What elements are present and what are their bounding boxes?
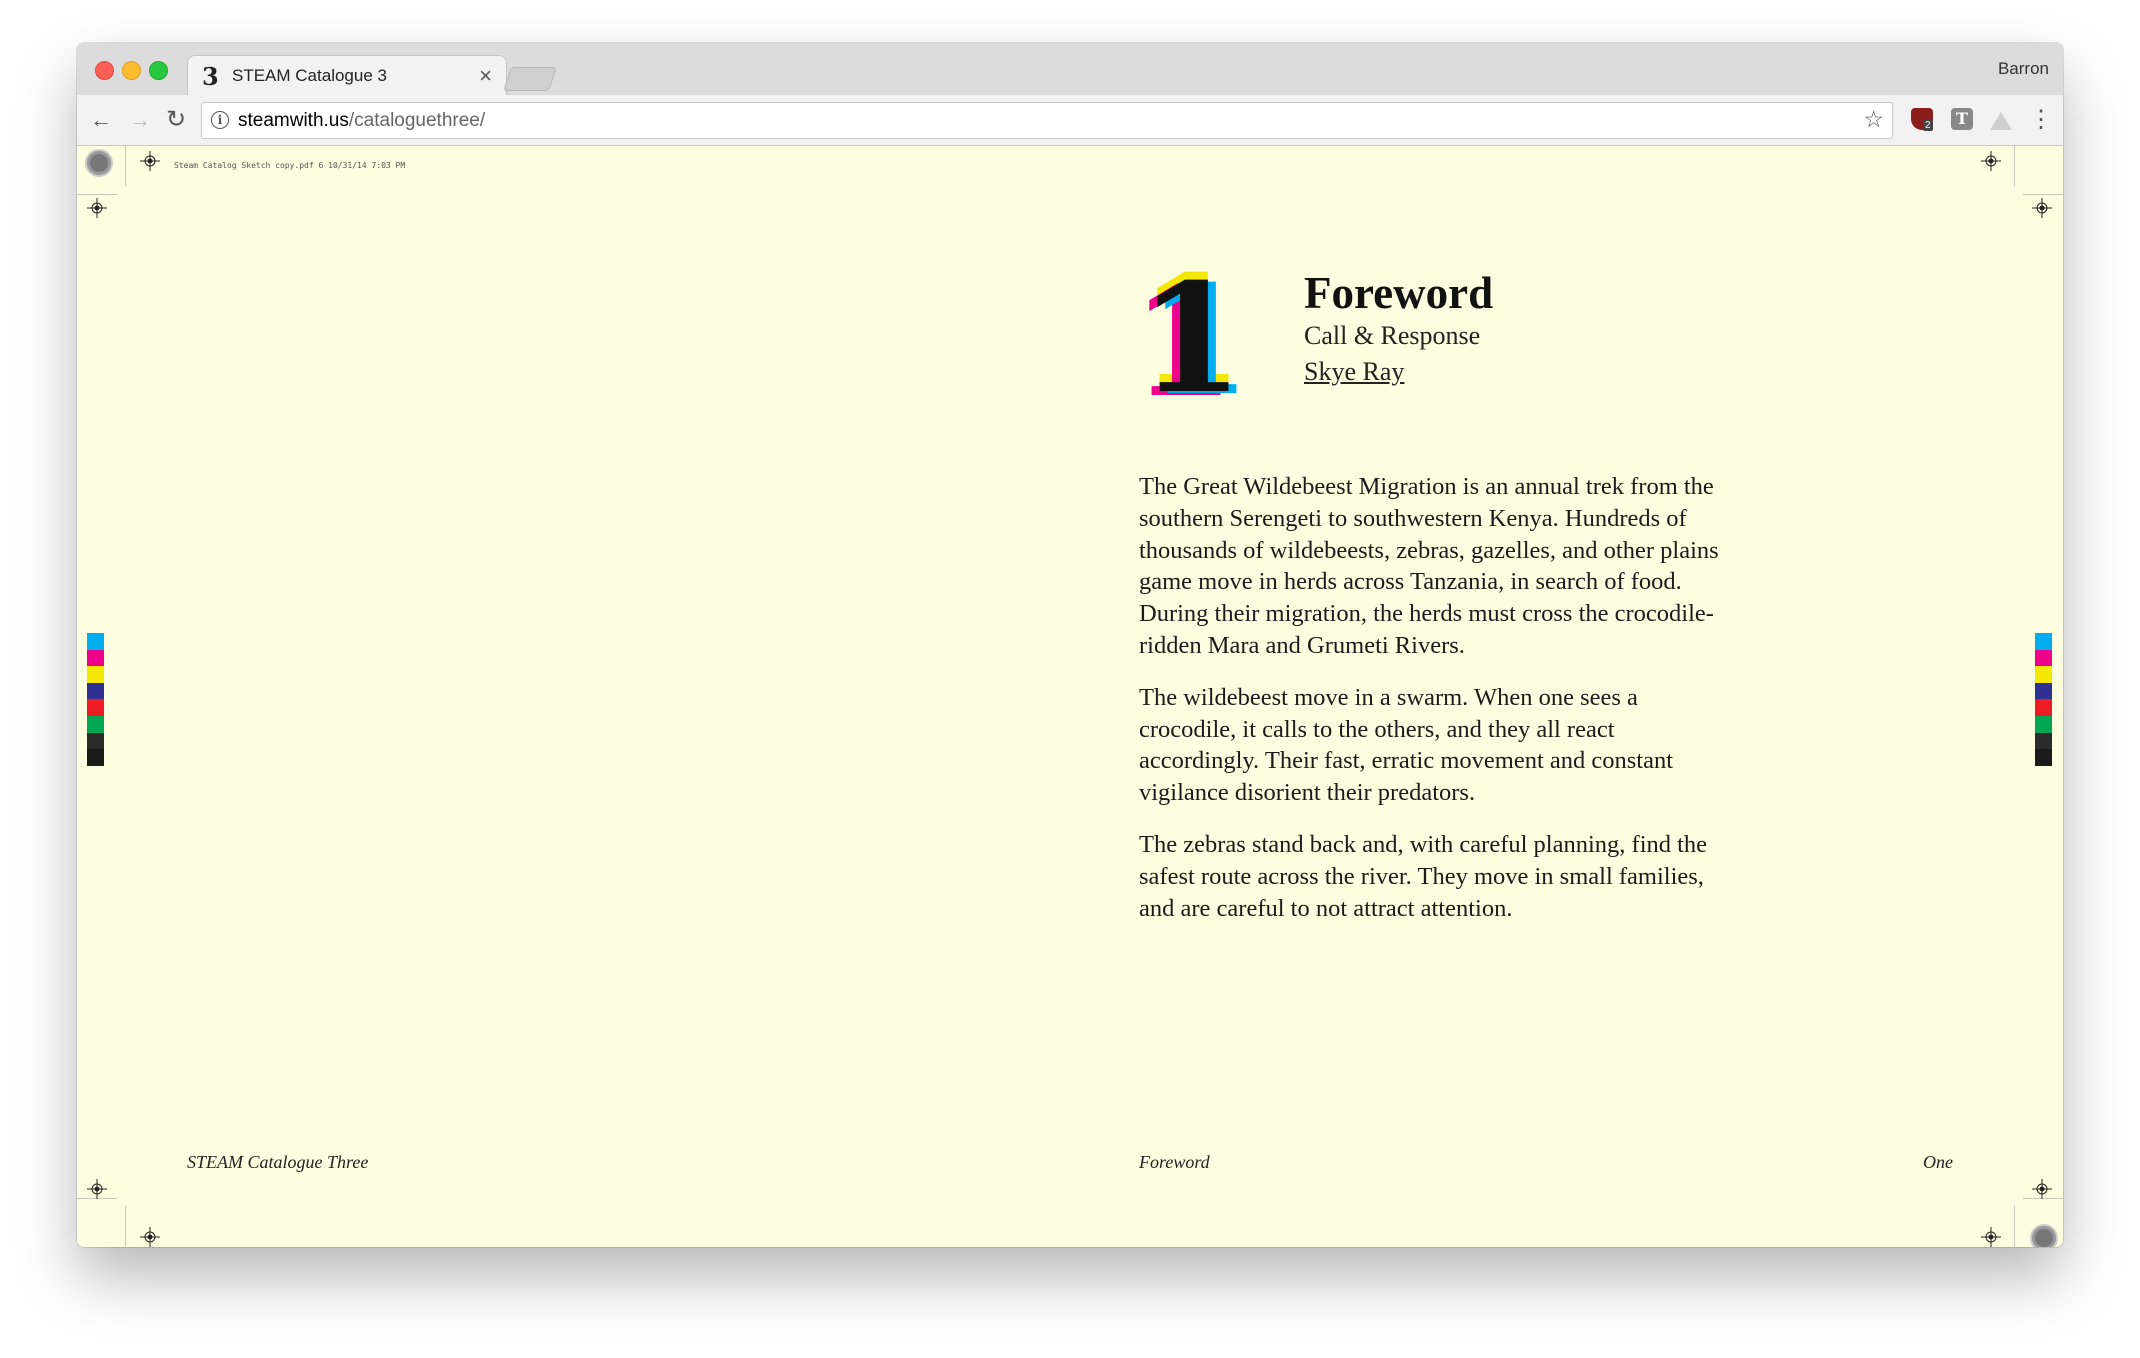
paragraph: The zebras stand back and, with careful …	[1139, 830, 1708, 922]
registration-mark-icon	[140, 1227, 160, 1247]
registration-mark-icon	[87, 1179, 107, 1199]
star-target-icon	[2030, 1224, 2058, 1247]
minimize-window-button[interactable]	[122, 61, 141, 80]
crop-mark	[2023, 194, 2063, 195]
profile-name[interactable]: Barron	[1998, 59, 2049, 79]
page-content: Steam Catalog Sketch copy.pdf 6 10/31/14…	[77, 146, 2063, 1247]
maximize-window-button[interactable]	[149, 61, 168, 80]
color-swatch	[87, 749, 104, 766]
color-swatch	[87, 732, 104, 750]
color-swatch	[87, 715, 104, 733]
slug-line: Steam Catalog Sketch copy.pdf 6 10/31/14…	[174, 161, 406, 170]
color-swatch	[2035, 715, 2052, 733]
color-swatch	[2035, 666, 2052, 683]
color-swatch	[2035, 749, 2052, 766]
color-swatch	[87, 666, 104, 683]
footer-section: Foreword	[1139, 1152, 1210, 1172]
color-swatch	[2035, 649, 2052, 667]
ublock-badge: 2	[1923, 120, 1933, 131]
tab-close-icon[interactable]: ×	[479, 63, 492, 89]
registration-mark-icon	[87, 198, 107, 218]
back-arrow-icon[interactable]: ←	[90, 107, 112, 133]
menu-dots-icon[interactable]: ⋮	[2029, 105, 2053, 134]
bookmark-star-icon[interactable]: ☆	[1863, 106, 1884, 133]
close-window-button[interactable]	[95, 61, 114, 80]
tab-strip: 3 STEAM Catalogue 3 × Barron	[77, 43, 2063, 96]
tab-title: STEAM Catalogue 3	[232, 66, 387, 85]
registration-mark-icon	[2032, 1179, 2052, 1199]
chapter-number: 1 1 1 1	[1131, 251, 1251, 427]
color-swatch	[2035, 699, 2052, 716]
registration-mark-icon	[140, 151, 160, 171]
crop-mark	[125, 1206, 126, 1247]
color-bar-left	[87, 633, 104, 766]
registration-mark-icon	[2032, 198, 2052, 218]
color-swatch	[87, 699, 104, 716]
footer-page-number: One	[1923, 1152, 1953, 1172]
browser-toolbar: ← → ↻ i steamwith.us/cataloguethree/ ☆ 2…	[77, 95, 2063, 146]
chapter-title: Foreword	[1304, 268, 1494, 318]
registration-mark-icon	[1981, 1227, 2001, 1247]
crop-mark	[2014, 146, 2015, 186]
author-link[interactable]: Skye Ray	[1304, 357, 1404, 387]
paragraph: The wildebeest move in a swarm. When one…	[1139, 683, 1674, 807]
chapter-subtitle: Call & Response	[1304, 321, 1481, 350]
new-tab-button[interactable]	[503, 67, 557, 91]
forward-arrow-icon[interactable]: →	[129, 107, 151, 133]
favicon-icon: 3	[202, 62, 219, 91]
crop-mark	[2014, 1206, 2015, 1247]
type-extension-icon[interactable]: T	[1951, 108, 1973, 130]
color-swatch	[2035, 732, 2052, 750]
drive-extension-icon[interactable]	[1990, 112, 2012, 130]
color-swatch	[87, 633, 104, 650]
info-icon[interactable]: i	[211, 111, 229, 129]
chapter-number-black: 1	[1139, 251, 1244, 427]
crop-mark	[125, 146, 126, 186]
footer-publication: STEAM Catalogue Three	[187, 1152, 369, 1172]
url-host: steamwith.us	[238, 110, 349, 131]
article-body: The Great Wildebeest Migration is an ann…	[1139, 471, 1739, 944]
color-swatch	[2035, 682, 2052, 700]
color-swatch	[87, 682, 104, 700]
color-swatch	[2035, 633, 2052, 650]
star-target-icon	[85, 149, 113, 177]
crop-mark	[77, 194, 117, 195]
tab-steam-catalogue[interactable]: 3 STEAM Catalogue 3 ×	[187, 55, 507, 96]
paragraph: The Great Wildebeest Migration is an ann…	[1139, 473, 1719, 659]
url-path: /cataloguethree/	[348, 110, 486, 131]
color-bar-right	[2035, 633, 2052, 766]
color-swatch	[87, 649, 104, 667]
browser-window: 3 STEAM Catalogue 3 × Barron ← → ↻ i ste…	[77, 43, 2063, 1247]
url-text[interactable]: steamwith.us/cataloguethree/	[238, 110, 485, 132]
ublock-extension-icon[interactable]: 2	[1911, 108, 1933, 131]
registration-mark-icon	[1981, 151, 2001, 171]
address-bar[interactable]: i steamwith.us/cataloguethree/ ☆	[201, 102, 1893, 139]
reload-icon[interactable]: ↻	[166, 105, 186, 134]
